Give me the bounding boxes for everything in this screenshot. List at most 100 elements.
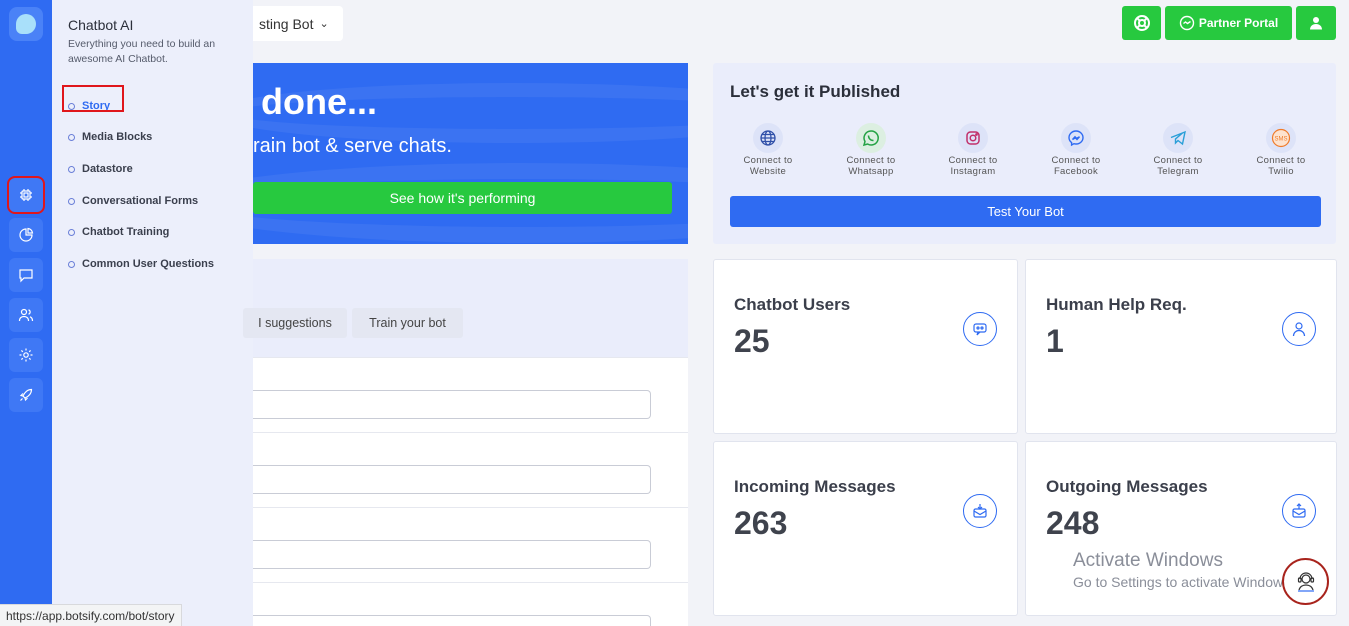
outbox-upload-icon (1292, 503, 1306, 518)
rail-chats[interactable] (9, 258, 43, 292)
stat-label: Incoming Messages (734, 477, 896, 496)
channel-line2: Telegram (1157, 166, 1199, 177)
lifebuoy-icon (1133, 15, 1150, 31)
stat-icon-wrap (963, 494, 997, 528)
rail-settings[interactable] (9, 338, 43, 372)
flyout-description: Everything you need to build an awesome … (68, 38, 216, 65)
rail-analytics[interactable] (9, 218, 43, 252)
menu-item-story[interactable]: Story (62, 85, 214, 122)
banner-subtitle: rain bot & serve chats. (253, 135, 452, 157)
training-row (253, 357, 688, 432)
menu-item-label: Media Blocks (82, 131, 153, 144)
test-your-bot-button[interactable]: Test Your Bot (730, 196, 1321, 227)
rail-deploy[interactable] (9, 378, 43, 412)
channel-line2: Instagram (950, 166, 996, 177)
stat-card-human-help: Human Help Req. 1 (1025, 259, 1337, 434)
stat-value: 1 (1046, 323, 1064, 359)
support-button[interactable] (1122, 6, 1161, 40)
live-support-bubble[interactable] (1282, 558, 1329, 605)
partner-portal-button[interactable]: Partner Portal (1165, 6, 1292, 40)
training-row (253, 582, 688, 626)
stat-card-chatbot-users: Chatbot Users 25 (713, 259, 1018, 434)
bot-name: sting Bot (259, 15, 314, 32)
connect-whatsapp[interactable]: Connect to Whatsapp (831, 123, 911, 177)
stat-label: Outgoing Messages (1046, 477, 1208, 496)
connect-facebook[interactable]: Connect to Facebook (1036, 123, 1116, 177)
rail-chatbot-ai[interactable] (7, 176, 45, 214)
training-input[interactable] (253, 540, 651, 569)
training-row (253, 507, 688, 582)
highlight-box (62, 85, 124, 112)
menu-item-datastore[interactable]: Datastore (68, 153, 214, 185)
bot-selector-dropdown[interactable]: sting Bot ⌄ (253, 6, 343, 41)
channel-line1: Connect to (948, 155, 998, 166)
instagram-icon (966, 131, 980, 145)
person-help-icon (1292, 322, 1306, 337)
channel-line1: Connect to (1256, 155, 1306, 166)
channel-line1: Connect to (1153, 155, 1203, 166)
chevron-down-icon: ⌄ (319, 18, 329, 30)
connect-instagram[interactable]: Connect to Instagram (933, 123, 1013, 177)
stat-label: Chatbot Users (734, 295, 851, 314)
profile-button[interactable] (1296, 6, 1336, 40)
partner-portal-label: Partner Portal (1198, 16, 1279, 30)
rail-users[interactable] (9, 298, 43, 332)
tab-train-your-bot[interactable]: Train your bot (352, 308, 463, 338)
menu-item-media-blocks[interactable]: Media Blocks (68, 122, 214, 154)
training-input[interactable] (253, 615, 651, 626)
svg-text:SMS: SMS (1274, 137, 1287, 143)
support-agent-icon (1297, 571, 1314, 592)
menu-item-label: Datastore (82, 162, 133, 175)
stat-value: 248 (1046, 505, 1100, 541)
channel-line2: Facebook (1053, 166, 1099, 177)
gear-icon (19, 348, 33, 362)
menu-item-chatbot-training[interactable]: Chatbot Training (68, 216, 214, 248)
globe-icon (760, 130, 776, 146)
messenger-icon (1068, 130, 1084, 147)
rocket-icon (19, 388, 33, 402)
connect-website[interactable]: Connect to Website (728, 123, 808, 177)
stat-card-incoming-messages: Incoming Messages 263 (713, 441, 1018, 616)
chip-icon (20, 189, 32, 201)
stat-icon-wrap (1282, 494, 1316, 528)
chatbot-users-icon (973, 323, 987, 336)
pie-chart-icon (19, 227, 34, 242)
windows-activation-watermark: Activate Windows Go to Settings to activ… (1073, 550, 1294, 590)
training-input[interactable] (253, 465, 651, 494)
channel-line2: Whatsapp (848, 166, 894, 177)
sms-icon: SMS (1271, 128, 1291, 148)
menu-item-common-user-questions[interactable]: Common User Questions (68, 248, 214, 280)
chatbot-ai-flyout-menu: Chatbot AI Everything you need to build … (52, 0, 253, 626)
stat-value: 263 (734, 505, 788, 541)
see-performance-button[interactable]: See how it's performing (253, 182, 672, 214)
banner-title: done... (261, 81, 377, 122)
telegram-icon (1170, 130, 1186, 146)
connect-twilio[interactable]: SMS Connect to Twilio (1241, 123, 1321, 177)
inbox-download-icon (973, 504, 987, 518)
menu-item-label: Conversational Forms (82, 194, 199, 207)
publish-card: Let's get it Published Connect to Website… (713, 63, 1336, 244)
channel-line1: Connect to (846, 155, 896, 166)
menu-item-conversational-forms[interactable]: Conversational Forms (68, 185, 214, 217)
stat-icon-wrap (963, 312, 997, 346)
stat-value: 25 (734, 323, 770, 359)
performance-banner: done... rain bot & serve chats. See how … (253, 63, 688, 244)
app-logo[interactable] (9, 7, 43, 41)
menu-item-label: Chatbot Training (82, 226, 170, 239)
stat-label: Human Help Req. (1046, 295, 1187, 314)
flyout-menu-list: Story Media Blocks Datastore Conversatio… (62, 85, 214, 280)
watermark-line2: Go to Settings to activate Windows. (1073, 574, 1294, 590)
connect-telegram[interactable]: Connect to Telegram (1138, 123, 1218, 177)
stat-icon-wrap (1282, 312, 1316, 346)
browser-status-url: https://app.botsify.com/bot/story (0, 604, 182, 626)
training-card-header: I suggestions Train your bot (243, 259, 688, 357)
flyout-title: Chatbot AI (68, 17, 134, 33)
channel-line2: Twilio (1268, 166, 1294, 177)
message-icon (19, 269, 33, 283)
chat-bubble-logo-icon (16, 14, 36, 34)
users-icon (18, 308, 34, 322)
menu-item-label: Common User Questions (82, 257, 215, 270)
partner-icon (1179, 15, 1195, 31)
tab-ai-suggestions[interactable]: I suggestions (243, 308, 347, 338)
training-input[interactable] (253, 390, 651, 419)
